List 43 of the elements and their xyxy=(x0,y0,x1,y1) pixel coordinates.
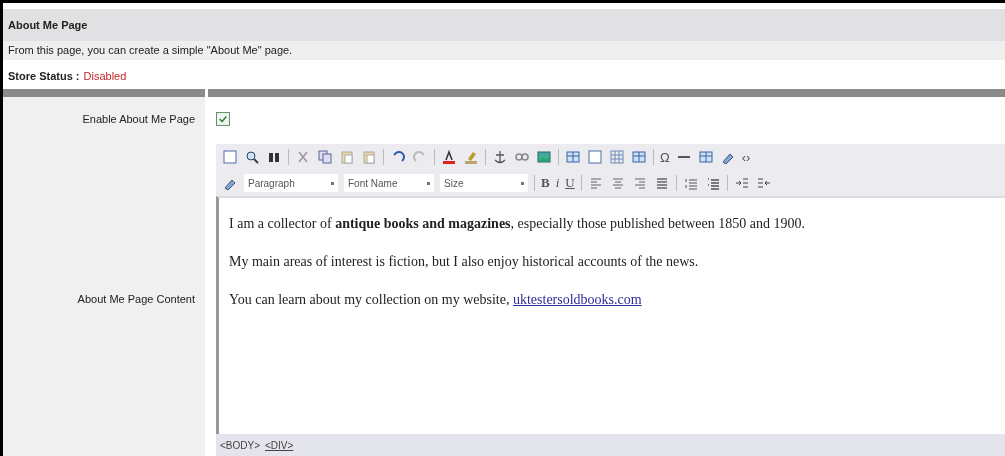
status-value: Disabled xyxy=(83,70,127,82)
clipboard-icon[interactable] xyxy=(361,149,377,165)
enable-checkbox[interactable] xyxy=(216,112,230,126)
symbol-button[interactable]: Ω xyxy=(660,149,670,165)
copy-icon[interactable] xyxy=(317,149,333,165)
section-title: About Me Page xyxy=(3,9,1005,41)
content-paragraph: I am a collector of antique books and magazines, especially those published between 1850 and 1900. xyxy=(229,216,806,232)
caret-icon xyxy=(521,181,524,185)
content-paragraph: You can learn about my collection on my website, uktestersoldbooks.com xyxy=(229,292,643,308)
page-icon[interactable] xyxy=(587,149,603,165)
underline-button[interactable]: U xyxy=(565,175,575,191)
checkmark-icon xyxy=(218,114,228,124)
editor-area[interactable] xyxy=(216,196,1005,434)
caret-icon xyxy=(331,181,334,185)
scissors-icon[interactable] xyxy=(295,149,311,165)
grid-icon[interactable] xyxy=(609,149,625,165)
format-dropdown[interactable]: Font Name xyxy=(344,174,434,192)
indent-icon[interactable] xyxy=(733,175,750,191)
content-paragraph: My main areas of interest is fiction, but I also enjoy historical accounts of the news. xyxy=(229,254,700,270)
field-label: Enable About Me Page xyxy=(82,113,195,125)
page-icon[interactable] xyxy=(222,149,238,165)
format-dropdown[interactable]: Paragraph xyxy=(244,174,338,192)
magnifier-icon[interactable] xyxy=(244,149,260,165)
field-label: About Me Page Content xyxy=(77,292,195,305)
caret-icon xyxy=(427,181,430,185)
outdent-icon[interactable] xyxy=(755,175,772,191)
symbol-button[interactable]: ‹› xyxy=(741,149,751,165)
path-tag[interactable]: <BODY> xyxy=(220,439,261,451)
table-icon[interactable] xyxy=(565,149,581,165)
clipboard-icon[interactable] xyxy=(339,149,355,165)
path-tag[interactable]: <DIV> xyxy=(265,439,294,451)
highlighter-icon[interactable] xyxy=(463,149,479,165)
table-icon[interactable] xyxy=(631,149,647,165)
format-dropdown[interactable]: Size xyxy=(440,174,528,192)
bold-button[interactable]: B xyxy=(541,175,550,191)
image-icon[interactable] xyxy=(536,149,552,165)
anchor-icon[interactable] xyxy=(492,149,508,165)
website-link[interactable]: uktestersoldbooks.com xyxy=(512,292,642,307)
text-color-icon[interactable] xyxy=(441,149,457,165)
status-label: Store Status : xyxy=(8,70,80,82)
italic-button[interactable]: i xyxy=(555,175,560,191)
table-icon[interactable] xyxy=(697,149,714,165)
description-text: From this page, you can create a simple "About Me" page. xyxy=(3,41,1005,60)
